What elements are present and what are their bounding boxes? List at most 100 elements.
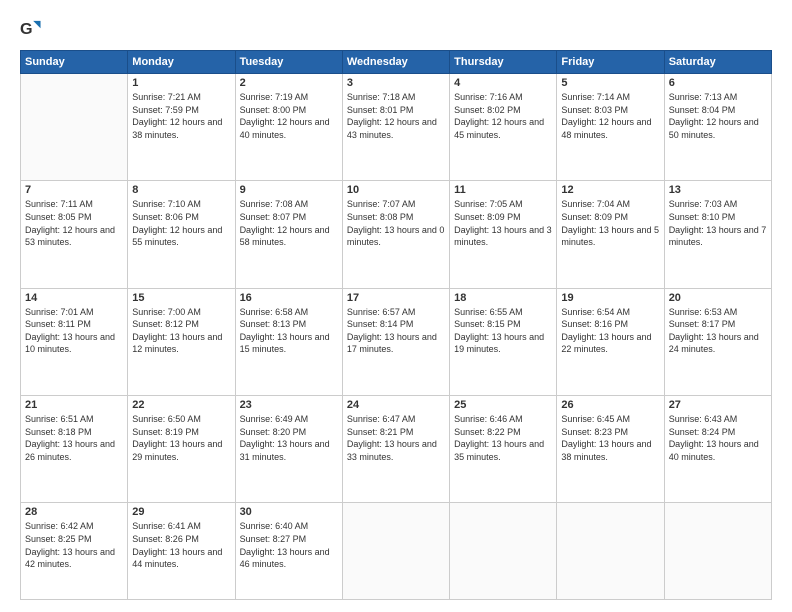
week-row-1: 1 Sunrise: 7:21 AM Sunset: 7:59 PM Dayli… <box>21 74 772 181</box>
day-number: 9 <box>240 184 338 196</box>
week-row-4: 21 Sunrise: 6:51 AM Sunset: 8:18 PM Dayl… <box>21 396 772 503</box>
day-number: 21 <box>25 399 123 411</box>
day-cell: 11 Sunrise: 7:05 AM Sunset: 8:09 PM Dayl… <box>450 181 557 288</box>
day-cell: 19 Sunrise: 6:54 AM Sunset: 8:16 PM Dayl… <box>557 288 664 395</box>
day-cell: 2 Sunrise: 7:19 AM Sunset: 8:00 PM Dayli… <box>235 74 342 181</box>
day-cell: 26 Sunrise: 6:45 AM Sunset: 8:23 PM Dayl… <box>557 396 664 503</box>
day-info: Sunrise: 6:57 AM Sunset: 8:14 PM Dayligh… <box>347 306 445 356</box>
day-cell: 1 Sunrise: 7:21 AM Sunset: 7:59 PM Dayli… <box>128 74 235 181</box>
day-cell: 9 Sunrise: 7:08 AM Sunset: 8:07 PM Dayli… <box>235 181 342 288</box>
day-info: Sunrise: 6:51 AM Sunset: 8:18 PM Dayligh… <box>25 413 123 463</box>
day-number: 23 <box>240 399 338 411</box>
day-cell: 17 Sunrise: 6:57 AM Sunset: 8:14 PM Dayl… <box>342 288 449 395</box>
day-info: Sunrise: 7:10 AM Sunset: 8:06 PM Dayligh… <box>132 198 230 248</box>
day-info: Sunrise: 6:53 AM Sunset: 8:17 PM Dayligh… <box>669 306 767 356</box>
day-number: 24 <box>347 399 445 411</box>
day-cell: 23 Sunrise: 6:49 AM Sunset: 8:20 PM Dayl… <box>235 396 342 503</box>
day-info: Sunrise: 6:50 AM Sunset: 8:19 PM Dayligh… <box>132 413 230 463</box>
day-number: 11 <box>454 184 552 196</box>
day-cell: 27 Sunrise: 6:43 AM Sunset: 8:24 PM Dayl… <box>664 396 771 503</box>
day-cell <box>21 74 128 181</box>
day-info: Sunrise: 7:18 AM Sunset: 8:01 PM Dayligh… <box>347 91 445 141</box>
day-cell: 24 Sunrise: 6:47 AM Sunset: 8:21 PM Dayl… <box>342 396 449 503</box>
week-row-2: 7 Sunrise: 7:11 AM Sunset: 8:05 PM Dayli… <box>21 181 772 288</box>
day-cell: 25 Sunrise: 6:46 AM Sunset: 8:22 PM Dayl… <box>450 396 557 503</box>
day-info: Sunrise: 6:42 AM Sunset: 8:25 PM Dayligh… <box>25 520 123 570</box>
day-info: Sunrise: 6:46 AM Sunset: 8:22 PM Dayligh… <box>454 413 552 463</box>
day-cell: 13 Sunrise: 7:03 AM Sunset: 8:10 PM Dayl… <box>664 181 771 288</box>
day-info: Sunrise: 7:13 AM Sunset: 8:04 PM Dayligh… <box>669 91 767 141</box>
day-info: Sunrise: 6:40 AM Sunset: 8:27 PM Dayligh… <box>240 520 338 570</box>
day-info: Sunrise: 6:54 AM Sunset: 8:16 PM Dayligh… <box>561 306 659 356</box>
day-cell: 18 Sunrise: 6:55 AM Sunset: 8:15 PM Dayl… <box>450 288 557 395</box>
day-cell: 4 Sunrise: 7:16 AM Sunset: 8:02 PM Dayli… <box>450 74 557 181</box>
day-info: Sunrise: 7:08 AM Sunset: 8:07 PM Dayligh… <box>240 198 338 248</box>
day-number: 5 <box>561 77 659 89</box>
week-row-3: 14 Sunrise: 7:01 AM Sunset: 8:11 PM Dayl… <box>21 288 772 395</box>
weekday-header-wednesday: Wednesday <box>342 51 449 74</box>
day-info: Sunrise: 6:47 AM Sunset: 8:21 PM Dayligh… <box>347 413 445 463</box>
day-number: 14 <box>25 292 123 304</box>
day-cell <box>342 503 449 600</box>
day-number: 26 <box>561 399 659 411</box>
day-number: 16 <box>240 292 338 304</box>
day-info: Sunrise: 7:21 AM Sunset: 7:59 PM Dayligh… <box>132 91 230 141</box>
day-number: 13 <box>669 184 767 196</box>
logo: G <box>20 18 46 40</box>
weekday-header-monday: Monday <box>128 51 235 74</box>
day-info: Sunrise: 6:55 AM Sunset: 8:15 PM Dayligh… <box>454 306 552 356</box>
day-cell: 20 Sunrise: 6:53 AM Sunset: 8:17 PM Dayl… <box>664 288 771 395</box>
day-info: Sunrise: 7:04 AM Sunset: 8:09 PM Dayligh… <box>561 198 659 248</box>
day-number: 1 <box>132 77 230 89</box>
day-info: Sunrise: 7:14 AM Sunset: 8:03 PM Dayligh… <box>561 91 659 141</box>
svg-text:G: G <box>20 20 33 38</box>
day-number: 17 <box>347 292 445 304</box>
day-info: Sunrise: 6:45 AM Sunset: 8:23 PM Dayligh… <box>561 413 659 463</box>
day-number: 8 <box>132 184 230 196</box>
day-number: 4 <box>454 77 552 89</box>
calendar-page: G SundayMondayTuesdayWednesdayThursdayFr… <box>0 0 792 612</box>
day-cell: 3 Sunrise: 7:18 AM Sunset: 8:01 PM Dayli… <box>342 74 449 181</box>
day-number: 2 <box>240 77 338 89</box>
day-info: Sunrise: 7:11 AM Sunset: 8:05 PM Dayligh… <box>25 198 123 248</box>
day-info: Sunrise: 6:49 AM Sunset: 8:20 PM Dayligh… <box>240 413 338 463</box>
day-cell: 28 Sunrise: 6:42 AM Sunset: 8:25 PM Dayl… <box>21 503 128 600</box>
day-info: Sunrise: 7:07 AM Sunset: 8:08 PM Dayligh… <box>347 198 445 248</box>
day-cell <box>664 503 771 600</box>
day-number: 25 <box>454 399 552 411</box>
calendar-table: SundayMondayTuesdayWednesdayThursdayFrid… <box>20 50 772 600</box>
weekday-header-sunday: Sunday <box>21 51 128 74</box>
day-number: 6 <box>669 77 767 89</box>
day-info: Sunrise: 7:00 AM Sunset: 8:12 PM Dayligh… <box>132 306 230 356</box>
day-info: Sunrise: 6:41 AM Sunset: 8:26 PM Dayligh… <box>132 520 230 570</box>
day-info: Sunrise: 6:58 AM Sunset: 8:13 PM Dayligh… <box>240 306 338 356</box>
day-cell: 29 Sunrise: 6:41 AM Sunset: 8:26 PM Dayl… <box>128 503 235 600</box>
day-info: Sunrise: 7:05 AM Sunset: 8:09 PM Dayligh… <box>454 198 552 248</box>
day-cell: 8 Sunrise: 7:10 AM Sunset: 8:06 PM Dayli… <box>128 181 235 288</box>
day-number: 15 <box>132 292 230 304</box>
weekday-header-tuesday: Tuesday <box>235 51 342 74</box>
weekday-header-thursday: Thursday <box>450 51 557 74</box>
day-info: Sunrise: 7:01 AM Sunset: 8:11 PM Dayligh… <box>25 306 123 356</box>
day-number: 12 <box>561 184 659 196</box>
day-info: Sunrise: 6:43 AM Sunset: 8:24 PM Dayligh… <box>669 413 767 463</box>
day-number: 3 <box>347 77 445 89</box>
day-number: 27 <box>669 399 767 411</box>
header: G <box>20 18 772 40</box>
day-number: 7 <box>25 184 123 196</box>
day-cell: 15 Sunrise: 7:00 AM Sunset: 8:12 PM Dayl… <box>128 288 235 395</box>
day-info: Sunrise: 7:16 AM Sunset: 8:02 PM Dayligh… <box>454 91 552 141</box>
day-cell <box>557 503 664 600</box>
day-info: Sunrise: 7:03 AM Sunset: 8:10 PM Dayligh… <box>669 198 767 248</box>
day-number: 10 <box>347 184 445 196</box>
day-cell: 12 Sunrise: 7:04 AM Sunset: 8:09 PM Dayl… <box>557 181 664 288</box>
day-info: Sunrise: 7:19 AM Sunset: 8:00 PM Dayligh… <box>240 91 338 141</box>
weekday-header-saturday: Saturday <box>664 51 771 74</box>
day-cell: 6 Sunrise: 7:13 AM Sunset: 8:04 PM Dayli… <box>664 74 771 181</box>
day-number: 30 <box>240 506 338 518</box>
weekday-header-row: SundayMondayTuesdayWednesdayThursdayFrid… <box>21 51 772 74</box>
day-cell: 5 Sunrise: 7:14 AM Sunset: 8:03 PM Dayli… <box>557 74 664 181</box>
weekday-header-friday: Friday <box>557 51 664 74</box>
day-cell: 21 Sunrise: 6:51 AM Sunset: 8:18 PM Dayl… <box>21 396 128 503</box>
day-cell: 10 Sunrise: 7:07 AM Sunset: 8:08 PM Dayl… <box>342 181 449 288</box>
